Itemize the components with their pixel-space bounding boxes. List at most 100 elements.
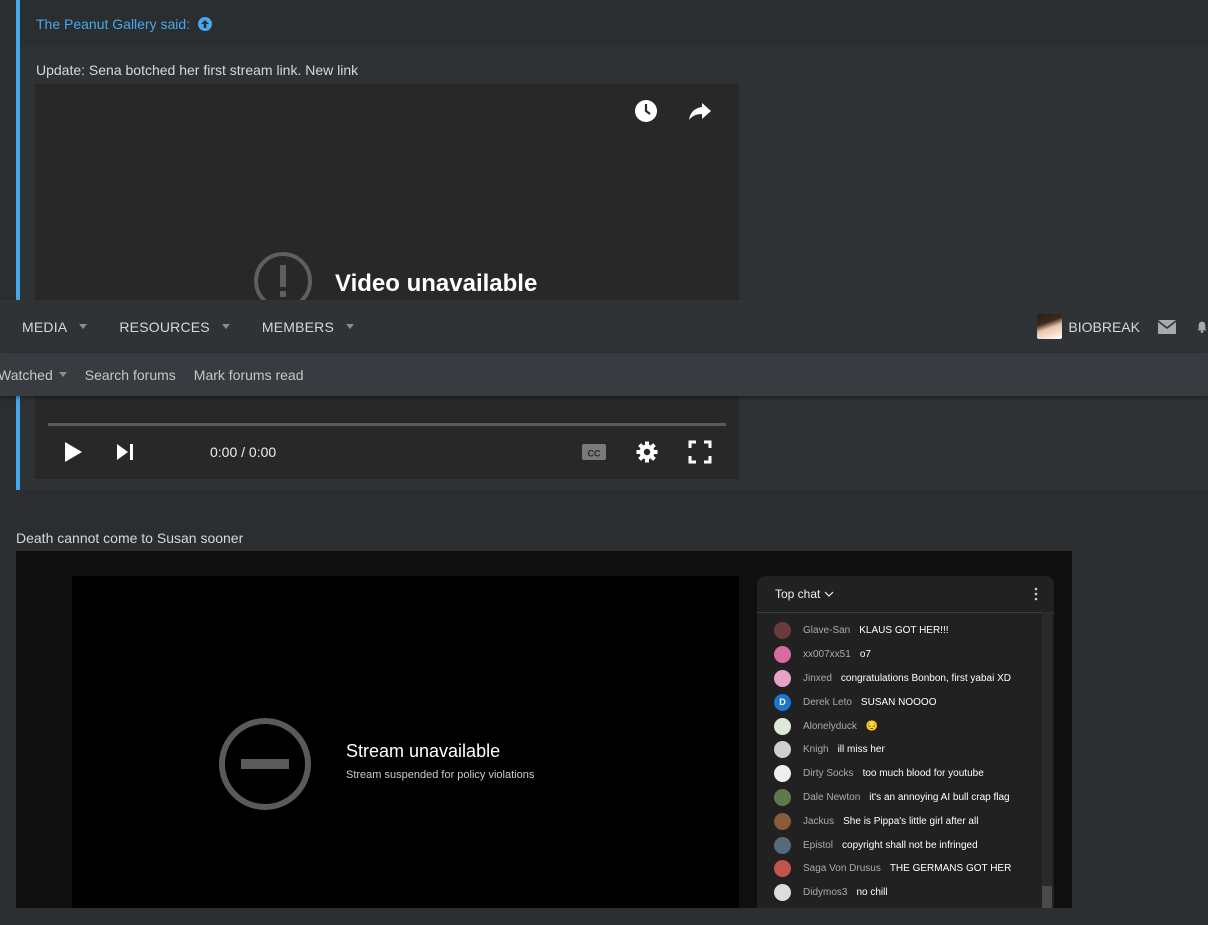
chat-avatar[interactable] [774, 669, 791, 687]
subnav-mark-forums-read[interactable]: Mark forums read [194, 367, 304, 383]
chat-text: too much blood for youtube [862, 768, 984, 780]
main-navbar: MEDIA RESOURCES MEMBERS BIOBREAK [0, 300, 1208, 353]
chat-avatar[interactable]: D [774, 693, 791, 711]
chat-text: She is Pippa's little girl after all [843, 815, 979, 827]
quote-header: The Peanut Gallery said: [20, 0, 1208, 47]
chat-message: xx007xx51 o7 [774, 643, 1040, 667]
subnav-search-forums[interactable]: Search forums [85, 367, 176, 383]
chat-message: Jinxed congratulations Bonbon, first yaba… [774, 667, 1040, 691]
chat-text: ill miss her [837, 744, 885, 756]
chat-avatar[interactable] [774, 812, 791, 830]
subnav-watched-label: Watched [0, 366, 53, 383]
chat-avatar[interactable] [774, 860, 791, 878]
chevron-down-icon[interactable] [58, 372, 67, 377]
chat-author[interactable]: xx007xx51 [803, 649, 851, 660]
chevron-down-icon[interactable] [346, 324, 355, 329]
chat-author[interactable]: Dirty Socks [803, 768, 854, 779]
live-chat-panel: Top chat Glave-San KLAUS GOT HER!!! xx007x… [757, 576, 1054, 908]
captions-button[interactable]: CC [581, 440, 607, 464]
chat-message: D Derek Leto SUSAN NOOOO [774, 690, 1040, 714]
chat-avatar[interactable] [774, 646, 791, 664]
chat-text: KLAUS GOT HER!!! [859, 625, 949, 637]
stream-player: Stream unavailable Stream suspended for … [72, 576, 739, 908]
chat-text: congratulations Bonbon, first yabai XD [840, 672, 1012, 684]
chat-author[interactable]: Saga Von Drusus [803, 863, 881, 874]
video-progress-bar[interactable] [48, 423, 726, 426]
arrow-up-icon[interactable] [198, 16, 213, 31]
quote-author-link[interactable]: The Peanut Gallery said: [36, 16, 190, 32]
chat-text: 😔 [865, 720, 879, 732]
chat-text: it's an annoying AI bull crap flag [869, 791, 1010, 803]
avatar[interactable] [1037, 314, 1063, 339]
post-text: Death cannot come to Susan sooner [16, 530, 244, 546]
chat-author[interactable]: Derek Leto [803, 697, 852, 708]
tab-media[interactable]: MEDIA [22, 319, 88, 335]
chat-avatar[interactable] [774, 622, 791, 640]
tab-members-label: MEMBERS [261, 318, 335, 335]
chat-text: SUSAN NOOOO [860, 696, 937, 708]
chat-scrollbar[interactable] [1042, 612, 1052, 908]
chat-author[interactable]: Didymos3 [803, 887, 847, 898]
chat-message: Dirty Socks too much blood for youtube [774, 762, 1040, 786]
video-embed[interactable]: Video unavailable 0:00 / 0:00 CC [35, 84, 739, 479]
tab-resources[interactable]: RESOURCES [119, 318, 230, 335]
play-button[interactable] [63, 440, 83, 464]
chat-text: no chill [856, 887, 888, 899]
chat-author[interactable]: Knigh [803, 744, 829, 755]
subnav-watched[interactable]: Watched [0, 367, 67, 383]
settings-button[interactable] [636, 440, 658, 464]
gear-icon [636, 441, 658, 463]
user-nav: BIOBREAK [1037, 300, 1208, 353]
tab-members[interactable]: MEMBERS [261, 318, 355, 335]
envelope-icon[interactable] [1158, 319, 1176, 334]
chat-avatar[interactable] [774, 741, 791, 759]
chat-author[interactable]: Epistol [803, 840, 833, 851]
chat-title[interactable]: Top chat [775, 587, 820, 601]
chat-message-list: Glave-San KLAUS GOT HER!!! xx007xx51 o7 Jinx… [774, 619, 1040, 905]
chat-text: copyright shall not be infringed [842, 839, 978, 851]
bell-icon[interactable] [1196, 318, 1208, 336]
video-top-controls [633, 98, 713, 129]
clock-icon[interactable] [633, 98, 659, 129]
chat-avatar[interactable] [774, 884, 791, 902]
fullscreen-button[interactable] [688, 440, 712, 464]
chat-message: Saga Von Drusus THE GERMANS GOT HER [774, 857, 1040, 881]
chat-text: THE GERMANS GOT HER [889, 863, 1012, 875]
chat-author[interactable]: Glave-San [803, 625, 850, 636]
tab-resources-label: RESOURCES [119, 318, 210, 335]
play-icon [65, 442, 82, 462]
blocked-icon [217, 716, 313, 817]
share-icon[interactable] [687, 98, 713, 129]
chat-message: Epistol copyright shall not be infringed [774, 833, 1040, 857]
chevron-down-icon[interactable] [824, 589, 834, 599]
chat-message: Dale Newton it's an annoying AI bull crap… [774, 786, 1040, 810]
cc-icon: CC [582, 444, 606, 460]
chat-scroll-thumb[interactable] [1042, 886, 1052, 908]
chat-message: Knigh ill miss her [774, 738, 1040, 762]
chat-message: Jackus She is Pippa's little girl after a… [774, 809, 1040, 833]
stream-unavailable-title: Stream unavailable [346, 741, 501, 761]
stream-unavailable-message: Stream unavailable Stream suspended for … [346, 741, 534, 781]
chat-author[interactable]: Jackus [803, 816, 834, 827]
chat-avatar[interactable] [774, 788, 791, 806]
quote-text: Update: Sena botched her first stream li… [36, 62, 359, 78]
chat-author[interactable]: Dale Newton [803, 792, 860, 803]
stream-embed-image: Stream unavailable Stream suspended for … [16, 551, 1072, 908]
svg-text:CC: CC [588, 449, 601, 459]
sub-navbar: Watched Search forums Mark forums read [0, 353, 1208, 396]
chat-author[interactable]: Jinxed [803, 673, 832, 684]
username-link[interactable]: BIOBREAK [1068, 319, 1140, 335]
chevron-down-icon[interactable] [79, 324, 88, 329]
chat-message: Didymos3 no chill [774, 881, 1040, 905]
video-time: 0:00 / 0:00 [210, 444, 277, 460]
chat-author[interactable]: Alonelyduck [803, 721, 857, 732]
chat-avatar[interactable] [774, 836, 791, 854]
nav-tabs: MEDIA RESOURCES MEMBERS [22, 300, 355, 353]
stream-unavailable-subtitle: Stream suspended for policy violations [346, 769, 535, 781]
more-vert-icon[interactable] [1034, 587, 1038, 606]
video-unavailable-text: Video unavailable [335, 269, 538, 297]
chat-avatar[interactable] [774, 717, 791, 735]
next-button[interactable] [115, 440, 135, 464]
chat-avatar[interactable] [774, 765, 791, 783]
chevron-down-icon[interactable] [221, 324, 230, 329]
